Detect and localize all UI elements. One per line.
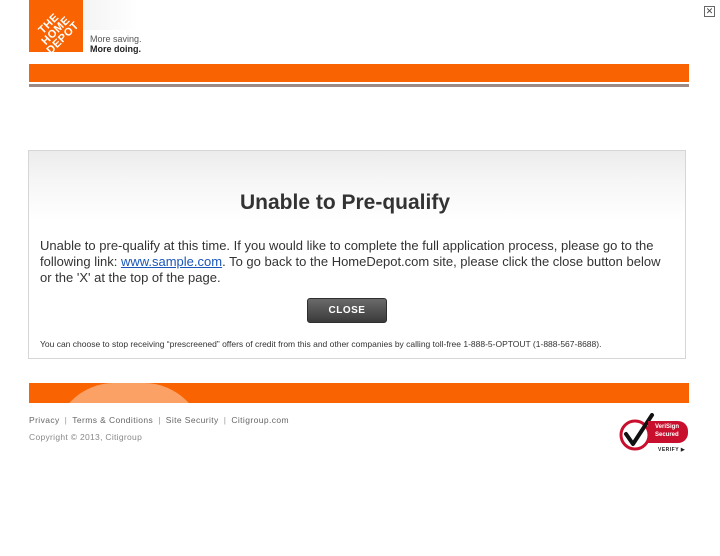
verisign-text: VeriSign Secured [655,423,679,439]
tagline-line1: More saving. [90,34,142,44]
footer-links: Privacy | Terms & Conditions | Site Security… [29,415,289,425]
close-icon[interactable]: ✕ [704,6,715,17]
footer-arc-decoration [54,383,204,403]
footer-separator: | [223,415,227,425]
dialog-message: Unable to pre-qualify at this time. If y… [40,238,670,286]
copyright: Copyright © 2013, Citigroup [29,432,143,442]
close-button[interactable]: CLOSE [307,298,387,323]
footer-separator: | [158,415,161,425]
header-divider [29,84,689,87]
dialog-title: Unable to Pre-qualify [239,191,451,214]
logo-shade [83,0,139,30]
header-orange-bar [29,64,689,82]
footer-link-citigroup[interactable]: Citigroup.com [231,415,289,425]
footer-separator: | [64,415,68,425]
verisign-badge[interactable]: VeriSign Secured VERIFY ▶ [618,413,690,455]
verify-label: VERIFY ▶ [658,447,686,453]
footer-link-terms[interactable]: Terms & Conditions [72,415,153,425]
verisign-line2: Secured [655,432,679,438]
tagline-line2: More doing. [90,44,141,54]
tagline: More saving. More doing. [90,34,142,54]
home-depot-logo[interactable]: THE HOME DEPOT [29,0,83,52]
footer-link-privacy[interactable]: Privacy [29,415,60,425]
verisign-line1: VeriSign [655,424,680,430]
footer-orange-bar [29,383,689,403]
footer-link-site-security[interactable]: Site Security [166,415,219,425]
optout-disclaimer: You can choose to stop receiving “prescr… [40,339,602,349]
application-link[interactable]: www.sample.com [121,254,222,269]
logo-text: THE HOME DEPOT [36,11,82,52]
